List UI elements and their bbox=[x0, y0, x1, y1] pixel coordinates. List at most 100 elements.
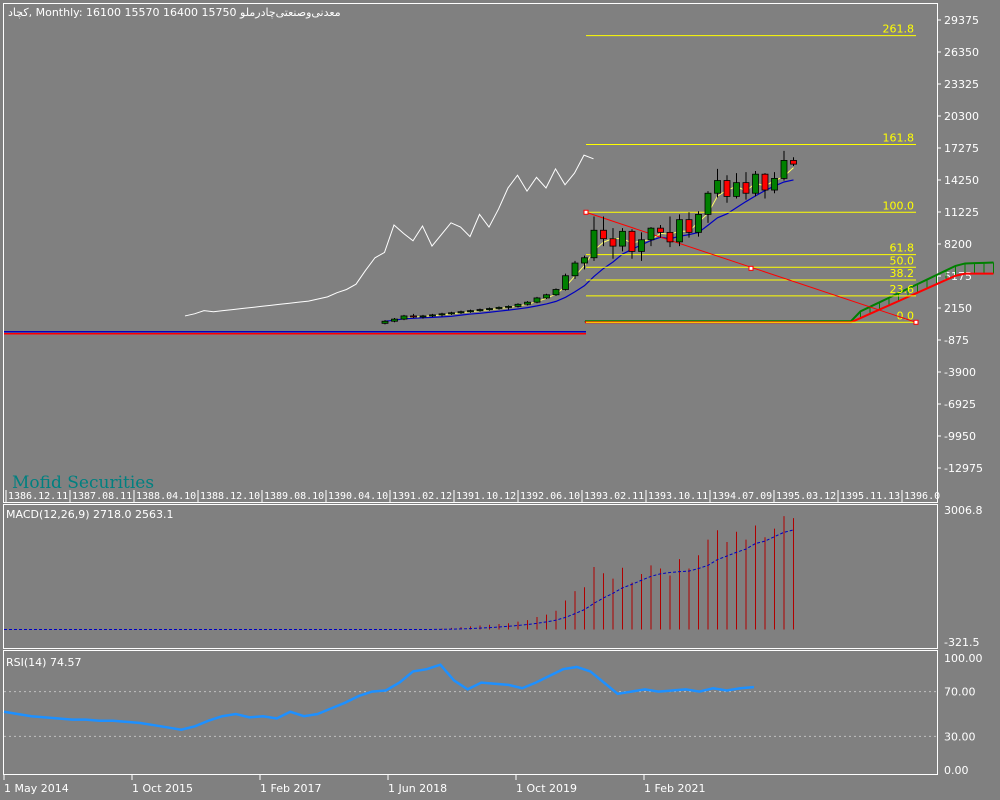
moving-average-blue bbox=[384, 179, 794, 322]
rsi-panel: 100.00 70.00 30.00 0.00 bbox=[3, 652, 983, 777]
candle-body bbox=[657, 227, 664, 233]
price-axis-label: -9950 bbox=[944, 430, 976, 443]
chart-header: کچاد, Monthly: 16100 15570 16400 15750 م… bbox=[8, 6, 341, 19]
candle-body bbox=[723, 180, 731, 197]
candle-body bbox=[419, 315, 427, 318]
macd-axis-label: -321.5 bbox=[944, 636, 979, 649]
fib-anchor-point bbox=[583, 209, 589, 215]
ohlc-low: 16400 bbox=[163, 6, 198, 19]
price-axis-label: 5175 bbox=[944, 270, 972, 283]
candle-body bbox=[780, 160, 788, 179]
gregorian-date-label: 1 Oct 2019 bbox=[516, 782, 577, 795]
candle-body bbox=[476, 309, 484, 312]
candle-body bbox=[495, 307, 503, 309]
price-axis-label: 8200 bbox=[944, 238, 972, 251]
chart-canvas: 29375 26350 23325 20300 17275 14250 11225 8200 5… bbox=[3, 3, 994, 795]
indicator-lines bbox=[4, 154, 794, 335]
candle-body bbox=[600, 229, 607, 240]
candle-body bbox=[581, 257, 588, 264]
candle-body bbox=[448, 312, 455, 315]
ohlc-close: 15750 bbox=[202, 6, 237, 19]
candle-body bbox=[486, 308, 493, 310]
price-axis-label: -3900 bbox=[944, 366, 976, 379]
fib-level-label: 161.8 bbox=[883, 132, 915, 145]
rsi-axis-label: 100.00 bbox=[944, 652, 983, 665]
persian-date-label: 1391.10.12 bbox=[456, 491, 516, 502]
candle-body bbox=[467, 310, 474, 313]
symbol-description: معدنی‌وصنعتی‌چادرملو bbox=[239, 6, 341, 19]
symbol-name: کچاد bbox=[8, 6, 29, 19]
candle-body bbox=[704, 192, 712, 215]
candle-body bbox=[571, 262, 579, 277]
rsi-axis-label: 30.00 bbox=[944, 730, 976, 743]
rsi-axis-label: 70.00 bbox=[944, 686, 976, 699]
fib-level-label: 38.2 bbox=[890, 267, 915, 280]
senkou-span-b bbox=[585, 272, 994, 324]
persian-date-label: 1395.03.12 bbox=[776, 491, 836, 502]
moving-average-yellow bbox=[384, 167, 794, 322]
candle-body bbox=[391, 318, 398, 322]
price-panel-frame bbox=[3, 3, 938, 503]
macd-label: MACD(12,26,9) 2718.0 2563.1 bbox=[6, 508, 174, 521]
price-axis-label: 26350 bbox=[944, 46, 979, 59]
candle-body bbox=[742, 182, 750, 194]
ohlc-open: 16100 bbox=[86, 6, 121, 19]
fib-level-label: 61.8 bbox=[890, 242, 915, 255]
rsi-axis-label: 0.00 bbox=[944, 764, 969, 777]
lagging-span bbox=[184, 154, 594, 317]
candle-body bbox=[429, 314, 436, 317]
rsi-label: RSI(14) 74.57 bbox=[6, 656, 81, 669]
candle-body bbox=[695, 213, 702, 233]
price-axis-label: -12975 bbox=[944, 462, 983, 475]
fib-level-label: 261.8 bbox=[883, 23, 915, 36]
gregorian-date-label: 1 May 2014 bbox=[4, 782, 69, 795]
macd-signal-line bbox=[4, 529, 794, 630]
candle-body bbox=[761, 173, 769, 191]
candle-body bbox=[505, 306, 512, 308]
fib-anchor-point bbox=[748, 265, 754, 271]
candle-body bbox=[381, 320, 389, 324]
gregorian-date-axis: 1 May 2014 1 Oct 2015 1 Feb 2017 1 Jun 2018… bbox=[3, 775, 705, 795]
candle-body bbox=[533, 297, 541, 303]
persian-date-label: 1393.10.11 bbox=[648, 491, 708, 502]
persian-date-label: 1390.04.10 bbox=[328, 491, 388, 502]
rsi-panel-frame bbox=[3, 650, 938, 775]
price-axis-label: 23325 bbox=[944, 78, 979, 91]
candle-body bbox=[410, 315, 417, 318]
candle-body bbox=[685, 219, 693, 233]
candle-body bbox=[543, 294, 550, 299]
macd-panel: 3006.8 -321.5 bbox=[4, 504, 983, 649]
rsi-line bbox=[3, 663, 755, 731]
candle-body bbox=[638, 239, 645, 252]
senkou-span-a bbox=[585, 261, 994, 323]
persian-date-label: 1396.0 bbox=[904, 491, 940, 502]
persian-date-label: 1392.06.10 bbox=[520, 491, 580, 502]
persian-date-label: 1394.07.09 bbox=[712, 491, 772, 502]
price-axis-label: 2150 bbox=[944, 302, 972, 315]
candle-body bbox=[590, 229, 598, 259]
candle-body bbox=[666, 231, 674, 243]
candle-body bbox=[552, 289, 560, 296]
persian-date-label: 1391.02.12 bbox=[392, 491, 452, 502]
candle-body bbox=[619, 230, 626, 247]
candle-body bbox=[400, 315, 408, 320]
price-axis-label: 20300 bbox=[944, 110, 979, 123]
persian-date-label: 1395.11.13 bbox=[840, 491, 900, 502]
candle-body bbox=[438, 313, 446, 316]
panel-frames bbox=[3, 3, 938, 775]
fib-anchor-point bbox=[913, 319, 919, 325]
macd-axis-label: 3006.8 bbox=[944, 504, 983, 517]
fib-level-label: 100.0 bbox=[883, 199, 915, 212]
persian-date-label: 1389.08.10 bbox=[264, 491, 324, 502]
price-axis-label: 11225 bbox=[944, 206, 979, 219]
fibonacci-retracement[interactable]: 261.8161.8100.061.850.038.223.60.0 bbox=[583, 23, 919, 325]
gregorian-date-label: 1 Oct 2015 bbox=[132, 782, 193, 795]
gregorian-date-label: 1 Feb 2021 bbox=[644, 782, 705, 795]
candle-body bbox=[733, 182, 740, 197]
candle-body bbox=[457, 311, 465, 314]
persian-date-label: 1393.02.11 bbox=[584, 491, 644, 502]
persian-date-label: 1388.12.10 bbox=[200, 491, 260, 502]
candle-body bbox=[676, 219, 683, 243]
candle-body bbox=[524, 301, 531, 305]
gregorian-date-label: 1 Jun 2018 bbox=[388, 782, 447, 795]
